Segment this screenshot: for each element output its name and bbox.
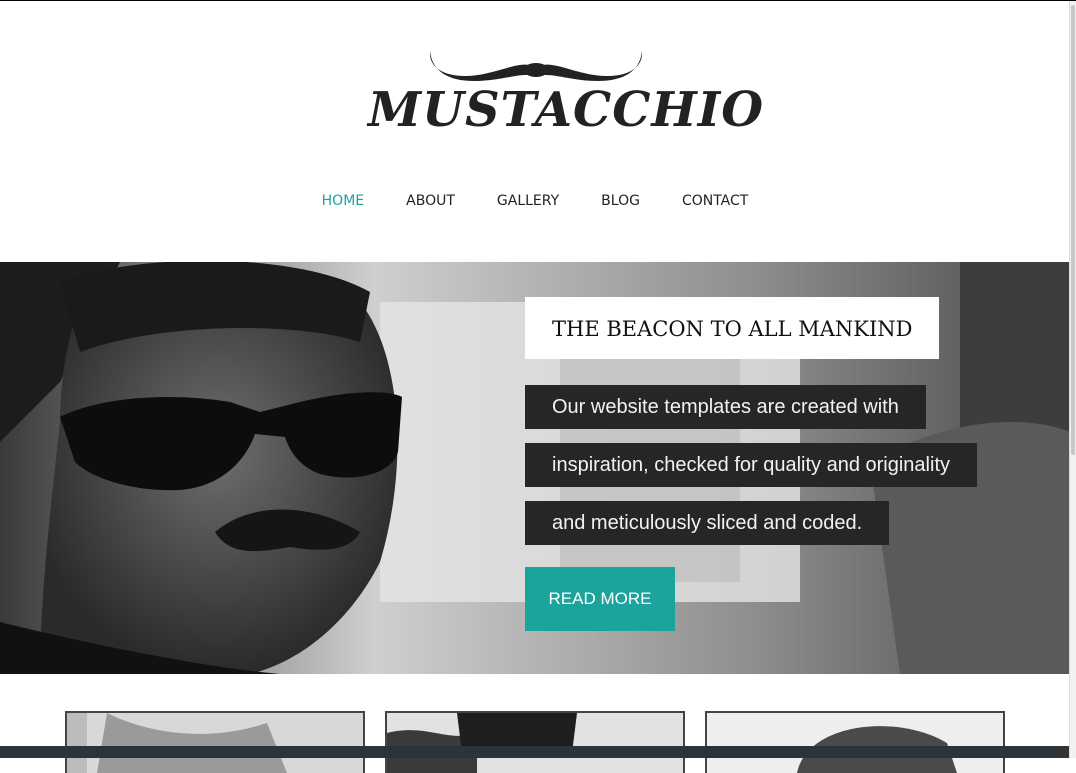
thumbnail-photo	[67, 713, 363, 773]
gallery-thumbnail[interactable]	[65, 711, 365, 773]
gallery-thumbnail[interactable]	[385, 711, 685, 773]
window-top-border	[0, 0, 1076, 1]
hero-title: THE BEACON TO ALL MANKIND	[525, 297, 940, 359]
page-scrollbar[interactable]	[1069, 1, 1076, 758]
logo-wordmark: MUSTACCHIO	[368, 82, 765, 138]
nav-item-about[interactable]: ABOUT	[406, 192, 455, 210]
nav-item-contact[interactable]: CONTACT	[682, 192, 748, 210]
thumbnail-photo	[707, 713, 1003, 773]
main-nav: HOME ABOUT GALLERY BLOG CONTACT	[0, 192, 1070, 210]
hero-text-line: Our website templates are created with	[525, 385, 926, 429]
scrollbar-thumb[interactable]	[1071, 5, 1075, 455]
hero-text-line: inspiration, checked for quality and ori…	[525, 443, 977, 487]
gallery-thumbnail[interactable]	[705, 711, 1005, 773]
hero-text-line: and meticulously sliced and coded.	[525, 501, 890, 545]
read-more-button[interactable]: READ MORE	[525, 567, 675, 631]
nav-item-blog[interactable]: BLOG	[601, 192, 640, 210]
mustache-icon	[429, 51, 643, 81]
thumbnail-photo	[387, 713, 683, 773]
nav-item-gallery[interactable]: GALLERY	[497, 192, 559, 210]
nav-item-home[interactable]: HOME	[322, 192, 364, 210]
site-logo[interactable]: MUSTACCHIO	[368, 40, 765, 140]
bottom-bar	[0, 746, 1076, 758]
